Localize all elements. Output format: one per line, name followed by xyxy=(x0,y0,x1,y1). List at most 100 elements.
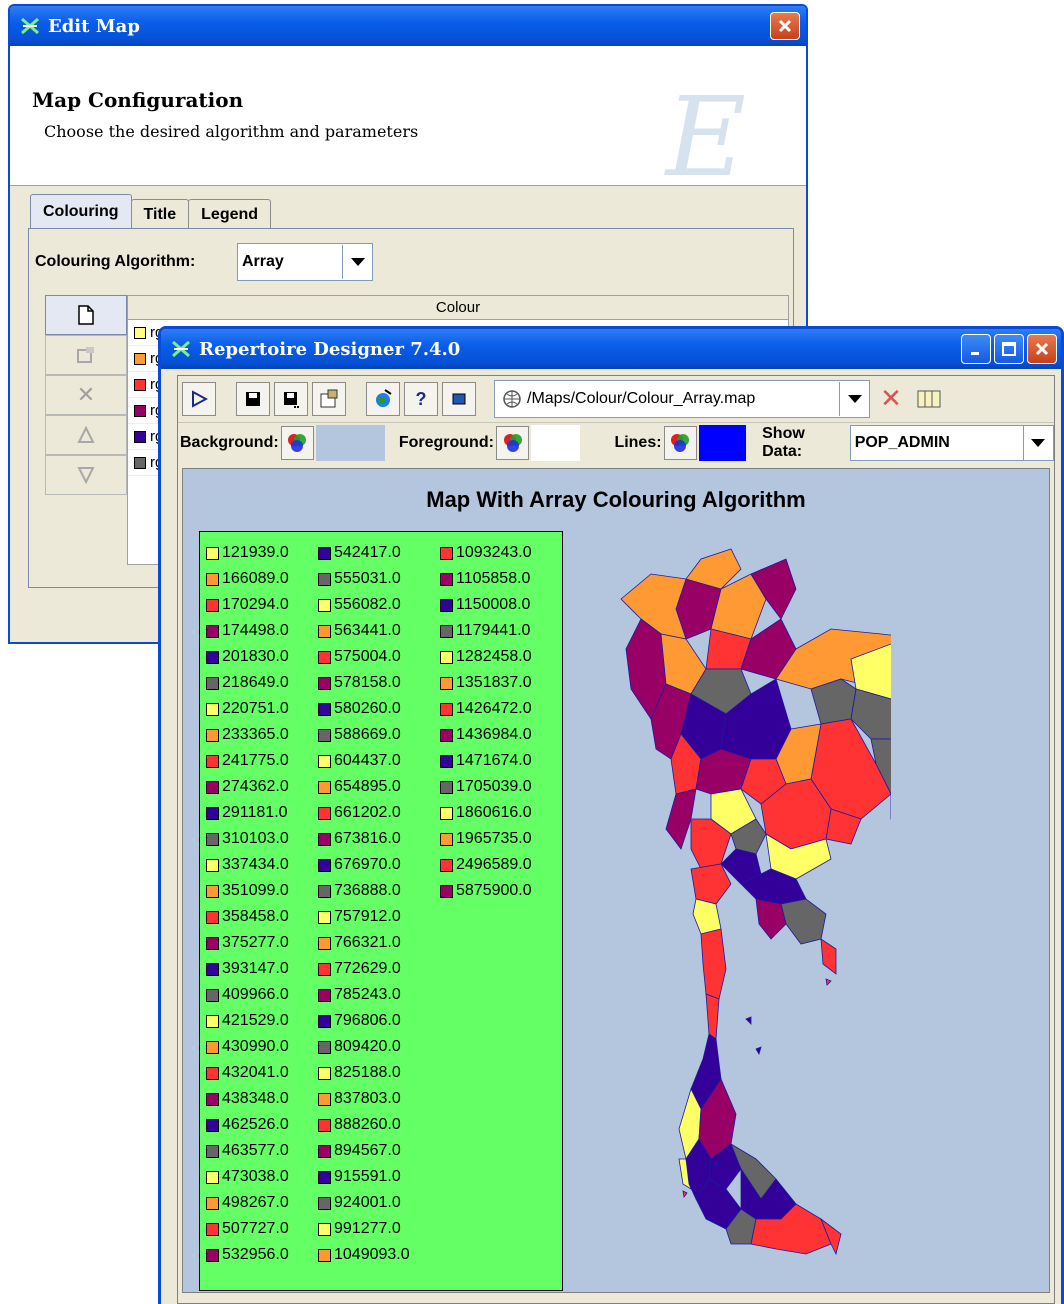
move-down-icon[interactable] xyxy=(45,455,127,495)
map-path-select[interactable]: /Maps/Colour/Colour_Array.map xyxy=(494,380,870,418)
legend-item: 463577.0 xyxy=(206,1138,289,1164)
background-rgb-icon[interactable] xyxy=(280,425,315,460)
legend-swatch xyxy=(318,962,331,976)
legend-value: 556082.0 xyxy=(334,596,401,613)
legend-item: 121939.0 xyxy=(206,540,289,566)
show-data-select[interactable]: POP_ADMIN xyxy=(849,424,1054,461)
legend-value: 121939.0 xyxy=(222,544,289,561)
legend-swatch xyxy=(318,1066,331,1080)
columns-icon[interactable] xyxy=(912,382,946,416)
legend-swatch xyxy=(318,676,331,690)
close-icon[interactable] xyxy=(1027,334,1057,364)
foreground-swatch[interactable] xyxy=(531,424,581,461)
minimize-icon[interactable] xyxy=(961,334,991,364)
map-canvas[interactable]: Map With Array Colouring Algorithm 12193… xyxy=(182,468,1050,1293)
close-icon[interactable] xyxy=(770,12,800,40)
legend-item: 772629.0 xyxy=(318,956,410,982)
algorithm-label: Colouring Algorithm: xyxy=(35,253,196,270)
legend-item: 170294.0 xyxy=(206,592,289,618)
legend-item: 409966.0 xyxy=(206,982,289,1008)
legend-item: 432041.0 xyxy=(206,1060,289,1086)
legend-value: 462526.0 xyxy=(222,1116,289,1133)
legend-value: 542417.0 xyxy=(334,544,401,561)
legend-item: 736888.0 xyxy=(318,878,410,904)
run-icon[interactable] xyxy=(182,382,216,416)
legend-value: 575004.0 xyxy=(334,648,401,665)
tab-colouring[interactable]: Colouring xyxy=(30,194,132,230)
thailand-map[interactable] xyxy=(591,519,891,1259)
window-icon[interactable] xyxy=(442,382,476,416)
legend-item: 825188.0 xyxy=(318,1060,410,1086)
maximize-icon[interactable] xyxy=(994,334,1024,364)
legend-swatch xyxy=(206,1092,219,1106)
legend-swatch xyxy=(318,806,331,820)
legend-item: 1093243.0 xyxy=(440,540,532,566)
legend-value: 894567.0 xyxy=(334,1142,401,1159)
legend-item: 888260.0 xyxy=(318,1112,410,1138)
legend-item: 1426472.0 xyxy=(440,696,532,722)
lines-rgb-icon[interactable] xyxy=(663,425,697,460)
legend-swatch xyxy=(318,1092,331,1106)
algorithm-select[interactable]: Array xyxy=(237,243,373,281)
tab-title[interactable]: Title xyxy=(130,199,190,230)
legend-swatch xyxy=(318,936,331,950)
legend-swatch xyxy=(440,780,453,794)
repertoire-titlebar[interactable]: Repertoire Designer 7.4.0 xyxy=(161,329,1061,369)
map-legend: 121939.0 166089.0 170294.0 174498.0 201830.0… xyxy=(199,531,563,1291)
legend-swatch xyxy=(318,624,331,638)
legend-swatch xyxy=(206,1014,219,1028)
legend-swatch xyxy=(206,780,219,794)
legend-item: 796806.0 xyxy=(318,1008,410,1034)
show-data-value: POP_ADMIN xyxy=(854,433,950,451)
legend-value: 580260.0 xyxy=(334,700,401,717)
legend-swatch xyxy=(206,1118,219,1132)
move-up-icon[interactable] xyxy=(45,415,127,455)
legend-swatch xyxy=(206,988,219,1002)
legend-swatch xyxy=(206,624,219,638)
help-icon[interactable]: ? xyxy=(404,382,438,416)
map-path: /Maps/Colour/Colour_Array.map xyxy=(527,390,756,407)
chevron-down-icon[interactable] xyxy=(839,382,869,416)
legend-value: 220751.0 xyxy=(222,700,289,717)
chevron-down-icon[interactable] xyxy=(1022,425,1053,460)
legend-swatch xyxy=(318,988,331,1002)
legend-item: 473038.0 xyxy=(206,1164,289,1190)
tab-legend[interactable]: Legend xyxy=(188,199,272,230)
chevron-down-icon[interactable] xyxy=(342,245,372,279)
new-icon[interactable] xyxy=(45,295,127,335)
save-icon[interactable] xyxy=(236,382,270,416)
save-as-icon[interactable] xyxy=(274,382,308,416)
legend-value: 772629.0 xyxy=(334,960,401,977)
delete-icon[interactable]: ✕ xyxy=(45,375,127,415)
foreground-rgb-icon[interactable] xyxy=(495,425,530,460)
legend-item: 233365.0 xyxy=(206,722,289,748)
edit-map-titlebar[interactable]: Edit Map xyxy=(10,6,806,46)
properties-icon[interactable] xyxy=(312,382,346,416)
legend-value: 588669.0 xyxy=(334,726,401,743)
legend-swatch xyxy=(440,650,453,664)
background-swatch[interactable] xyxy=(316,424,385,461)
lines-label: Lines: xyxy=(614,433,662,451)
web-icon xyxy=(503,390,521,408)
legend-item: 421529.0 xyxy=(206,1008,289,1034)
legend-value: 555031.0 xyxy=(334,570,401,587)
lines-swatch[interactable] xyxy=(698,424,747,461)
edit-icon[interactable] xyxy=(45,335,127,375)
tab-bar: Colouring Title Legend xyxy=(30,194,272,230)
legend-item: 166089.0 xyxy=(206,566,289,592)
legend-value: 1426472.0 xyxy=(456,700,532,717)
legend-item: 563441.0 xyxy=(318,618,410,644)
legend-swatch xyxy=(318,702,331,716)
legend-swatch xyxy=(440,546,453,560)
legend-value: 498267.0 xyxy=(222,1194,289,1211)
legend-item: 555031.0 xyxy=(318,566,410,592)
globe-icon[interactable] xyxy=(366,382,400,416)
remove-icon[interactable]: ✕ xyxy=(874,382,908,416)
legend-swatch xyxy=(206,676,219,690)
legend-value: 174498.0 xyxy=(222,622,289,639)
legend-value: 1093243.0 xyxy=(456,544,532,561)
legend-item: 220751.0 xyxy=(206,696,289,722)
legend-item: 1049093.0 xyxy=(318,1242,410,1268)
legend-item: 241775.0 xyxy=(206,748,289,774)
legend-value: 673816.0 xyxy=(334,830,401,847)
